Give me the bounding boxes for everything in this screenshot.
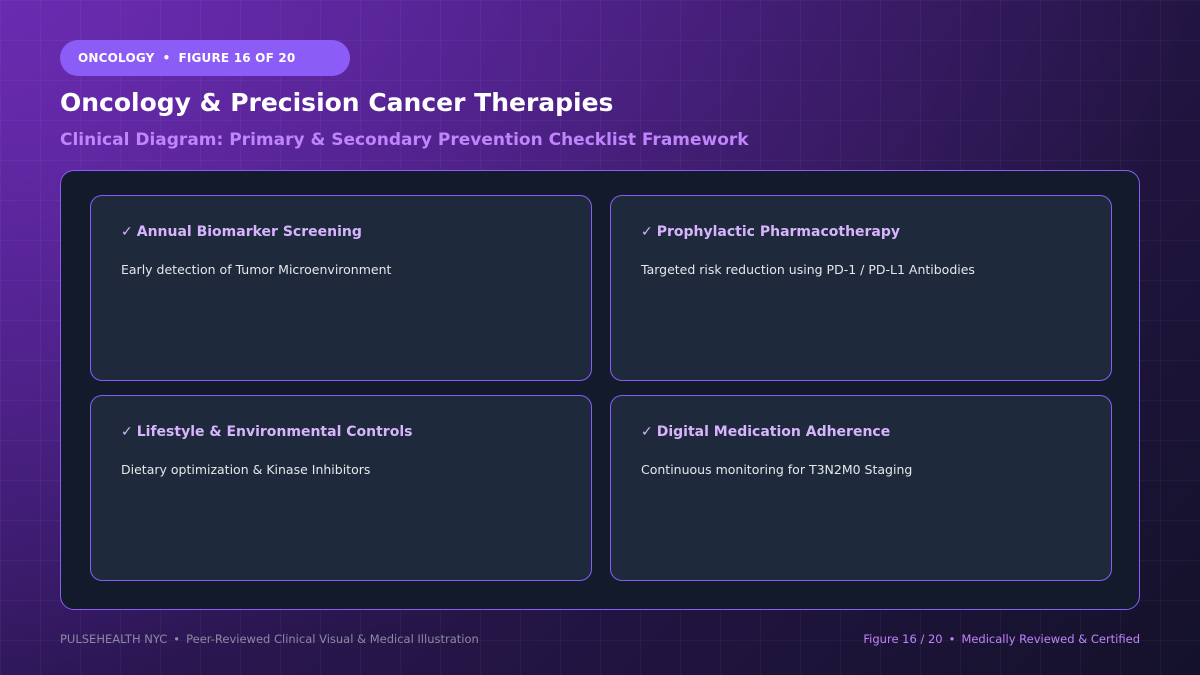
footer-figure-line: Figure 16 / 20 • Medically Reviewed & Cert… xyxy=(863,632,1140,646)
card-title: Annual Biomarker Screening xyxy=(136,224,362,240)
card-title: Digital Medication Adherence xyxy=(656,424,891,440)
footer-brand-line: PULSEHEALTH NYC • Peer-Reviewed Clinical V… xyxy=(60,632,479,646)
badge-separator: • xyxy=(162,51,171,65)
page-title: Oncology & Precision Cancer Therapies xyxy=(60,88,614,117)
badge-figure: FIGURE 16 OF 20 xyxy=(178,51,296,65)
category-badge: ONCOLOGY • FIGURE 16 OF 20 xyxy=(60,40,350,76)
card-description: Targeted risk reduction using PD-1 / PD-… xyxy=(641,262,975,277)
checklist-panel: ✓ Annual Biomarker Screening Early detect… xyxy=(60,170,1140,610)
check-icon: ✓ xyxy=(641,424,653,440)
footer-separator: • xyxy=(948,632,956,646)
card-title: Prophylactic Pharmacotherapy xyxy=(656,224,901,240)
footer-certification: Medically Reviewed & Certified xyxy=(961,632,1140,646)
card-description: Early detection of Tumor Microenvironmen… xyxy=(121,262,392,277)
page-subtitle: Clinical Diagram: Primary & Secondary Pr… xyxy=(60,130,749,150)
footer-separator: • xyxy=(173,632,181,646)
checklist-card-lifestyle-controls: ✓ Lifestyle & Environmental Controls Diet… xyxy=(90,395,592,581)
checklist-card-biomarker-screening: ✓ Annual Biomarker Screening Early detect… xyxy=(90,195,592,381)
check-icon: ✓ xyxy=(121,224,133,240)
card-title: Lifestyle & Environmental Controls xyxy=(136,424,413,440)
card-description: Continuous monitoring for T3N2M0 Staging xyxy=(641,462,913,477)
badge-category: ONCOLOGY xyxy=(78,51,155,65)
check-icon: ✓ xyxy=(121,424,133,440)
checklist-card-medication-adherence: ✓ Digital Medication Adherence Continuous… xyxy=(610,395,1112,581)
card-description: Dietary optimization & Kinase Inhibitors xyxy=(121,462,371,477)
footer-tagline: Peer-Reviewed Clinical Visual & Medical … xyxy=(186,632,479,646)
footer-figure: Figure 16 / 20 xyxy=(863,632,943,646)
footer-brand: PULSEHEALTH NYC xyxy=(60,632,168,646)
check-icon: ✓ xyxy=(641,224,653,240)
checklist-card-prophylactic-pharmacotherapy: ✓ Prophylactic Pharmacotherapy Targeted r… xyxy=(610,195,1112,381)
